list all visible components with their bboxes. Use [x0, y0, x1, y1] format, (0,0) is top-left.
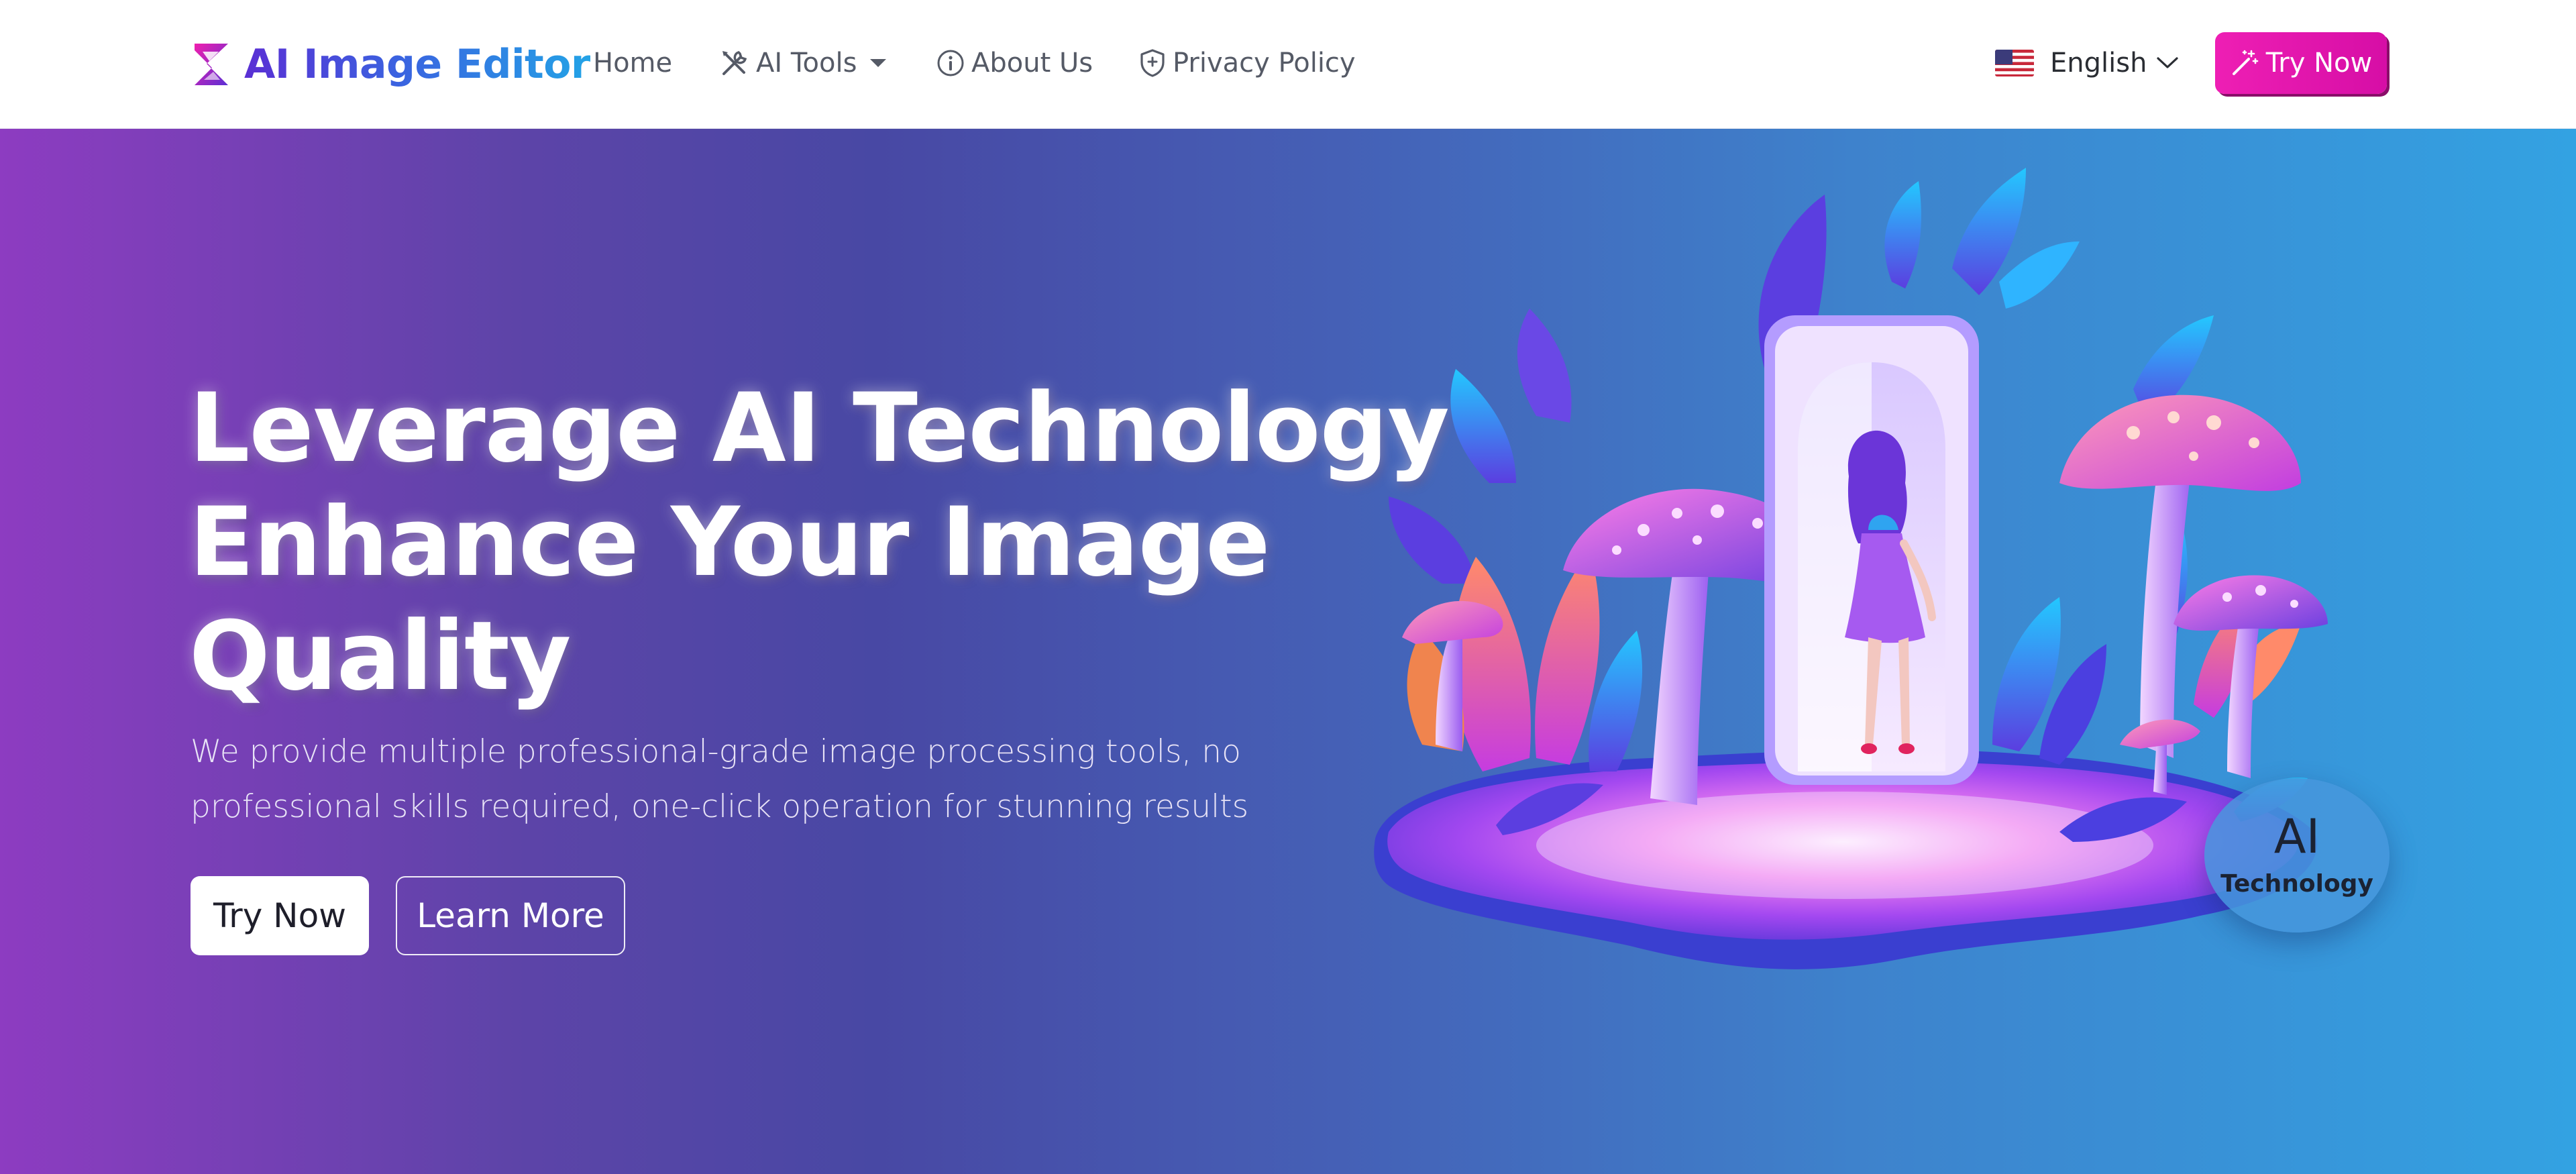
hero-try-now-button[interactable]: Try Now	[191, 876, 369, 955]
ai-technology-badge: AI Technology	[2204, 778, 2390, 932]
info-icon	[937, 50, 964, 76]
nav-privacy-policy[interactable]: Privacy Policy	[1139, 43, 1356, 83]
hero-try-now-label: Try Now	[213, 896, 347, 935]
nav-privacy-policy-label: Privacy Policy	[1173, 48, 1356, 78]
badge-subtitle: Technology	[2220, 870, 2373, 898]
hero-illustration	[1374, 168, 2328, 969]
brand-logo-link[interactable]: AI Image Editor	[189, 39, 591, 90]
header-try-now-label: Try Now	[2265, 48, 2373, 78]
header-try-now-button[interactable]: Try Now	[2215, 32, 2387, 94]
dropdown-caret-icon	[870, 59, 887, 67]
hero-title-line: Leverage AI Technology	[189, 373, 1450, 484]
learn-more-button[interactable]: Learn More	[396, 876, 625, 955]
nav-ai-tools-label: AI Tools	[756, 48, 857, 78]
language-label: English	[2050, 48, 2147, 78]
nav-home-label: Home	[593, 48, 673, 78]
brand-name: AI Image Editor	[244, 41, 591, 88]
chevron-down-icon	[2157, 57, 2179, 68]
us-flag-icon	[1995, 50, 2034, 76]
hero-subtitle-line: professional skills required, one-click …	[191, 788, 1249, 825]
tools-icon	[722, 51, 747, 75]
badge-title: AI	[2273, 809, 2320, 864]
s-logo-icon	[195, 44, 228, 85]
nav-home[interactable]: Home	[593, 43, 672, 83]
hero-subtitle: We provide multiple professional-grade i…	[191, 725, 1264, 835]
learn-more-label: Learn More	[417, 896, 604, 935]
hero-title: Leverage AI Technology Enhance Your Imag…	[189, 372, 1450, 714]
nav-ai-tools[interactable]: AI Tools	[720, 43, 887, 83]
nav-about-us-label: About Us	[971, 48, 1093, 78]
hero-subtitle-line: We provide multiple professional-grade i…	[191, 733, 1241, 770]
shield-icon	[1140, 49, 1165, 77]
nav-about-us[interactable]: About Us	[936, 43, 1093, 83]
language-selector[interactable]: English	[1995, 43, 2179, 83]
magic-wand-icon	[2232, 50, 2259, 75]
hero-title-line: Enhance Your Image	[189, 487, 1271, 598]
hero-title-line: Quality	[189, 601, 571, 712]
navbar: AI Image Editor Home AI Tools About Us P…	[0, 0, 2576, 129]
